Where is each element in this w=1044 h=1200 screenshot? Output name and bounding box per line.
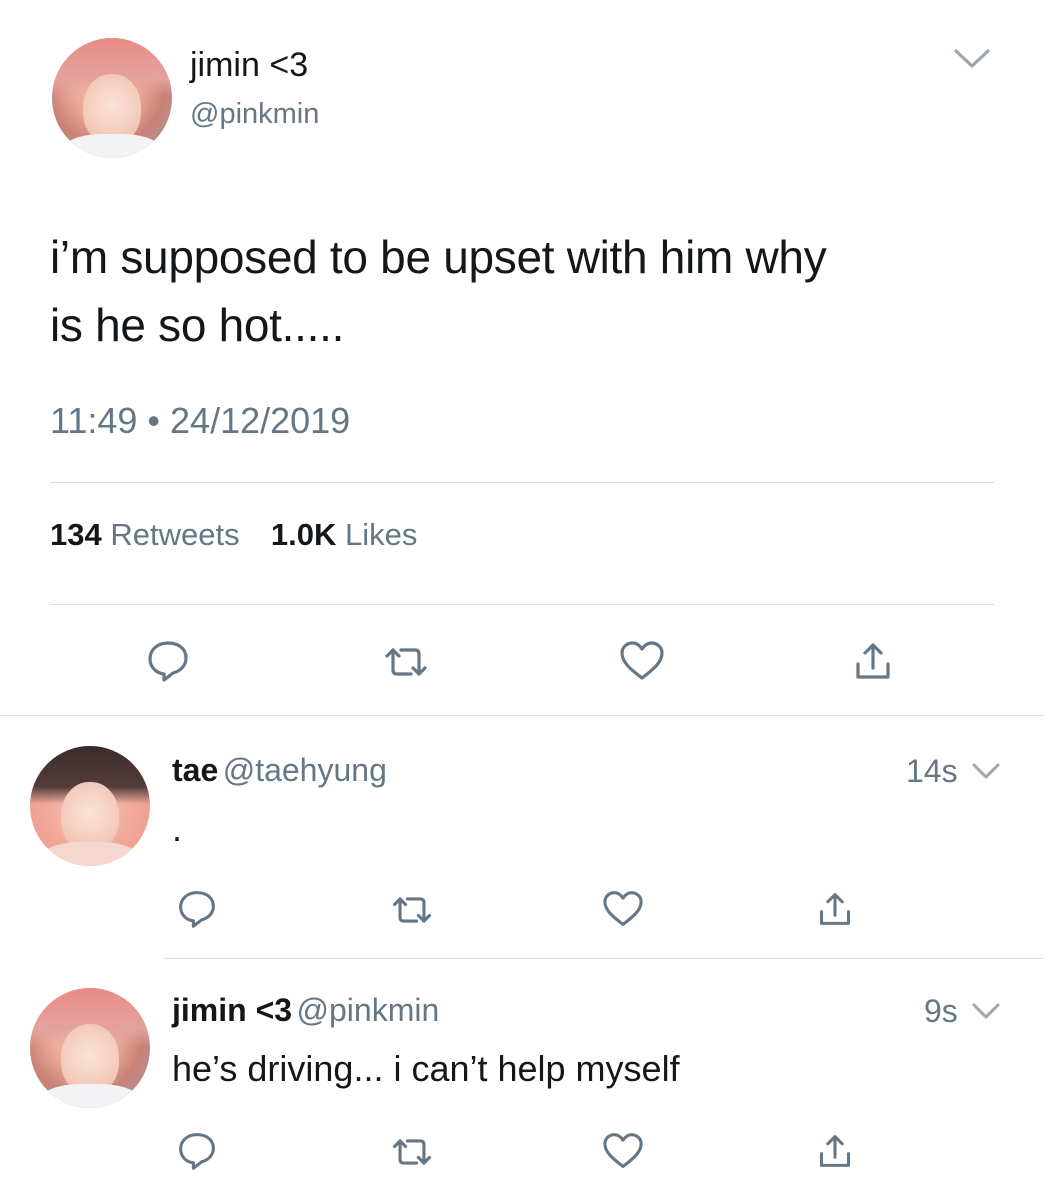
retweets-label: Retweets — [110, 517, 240, 552]
author-name[interactable]: jimin <3 — [190, 46, 308, 85]
reply-icon[interactable] — [172, 1128, 222, 1174]
reply-avatar[interactable] — [30, 746, 150, 866]
author-handle[interactable]: @pinkmin — [190, 98, 319, 131]
reply-time: 9s — [924, 993, 958, 1029]
reply-author-name[interactable]: jimin <3 — [172, 992, 292, 1028]
share-icon[interactable] — [812, 886, 858, 932]
avatar-shirt — [42, 1084, 138, 1108]
divider — [50, 604, 994, 605]
reply-author-name[interactable]: tae — [172, 752, 218, 788]
reply-text: . — [172, 808, 183, 849]
reply-divider — [164, 958, 1044, 959]
reply-avatar[interactable] — [30, 988, 150, 1108]
reply-text: he’s driving... i can’t help myself — [172, 1048, 680, 1089]
like-heart-icon[interactable] — [598, 1128, 648, 1174]
likes-label: Likes — [344, 517, 418, 552]
tweet-text-line-1: i’m supposed to be upset with him why — [50, 231, 827, 283]
like-heart-icon[interactable] — [598, 886, 648, 932]
share-icon[interactable] — [848, 636, 898, 686]
more-options-chevron-icon[interactable] — [948, 42, 996, 76]
avatar-shirt — [42, 842, 138, 866]
like-heart-icon[interactable] — [614, 636, 670, 686]
section-divider — [0, 715, 1044, 716]
avatar-shirt — [64, 134, 160, 158]
likes-count: 1.0K — [270, 517, 337, 552]
reply-more-chevron-icon[interactable] — [968, 756, 1004, 786]
reply-header: jimin <3 @pinkmin — [172, 992, 439, 1029]
divider — [50, 482, 994, 483]
tweet-stats: 134 Retweets 1.0K Likes — [50, 517, 417, 553]
reply-icon[interactable] — [140, 636, 196, 686]
reply-author-handle[interactable]: @pinkmin — [297, 992, 440, 1028]
reply-more-chevron-icon[interactable] — [968, 996, 1004, 1026]
reply-header: tae @taehyung — [172, 752, 387, 789]
retweets-stat[interactable]: 134 Retweets — [50, 517, 248, 552]
tweet-timestamp[interactable]: 11:49 • 24/12/2019 — [50, 400, 350, 442]
retweet-icon[interactable] — [386, 1132, 438, 1172]
likes-stat[interactable]: 1.0K Likes — [271, 517, 417, 552]
share-icon[interactable] — [812, 1128, 858, 1174]
tweet-text-line-2: is he so hot..... — [50, 299, 345, 351]
reply-time: 14s — [906, 753, 958, 789]
retweets-count: 134 — [50, 517, 102, 552]
reply-icon[interactable] — [172, 886, 222, 932]
reply-author-handle[interactable]: @taehyung — [223, 752, 387, 788]
author-avatar[interactable] — [52, 38, 172, 158]
retweet-icon[interactable] — [386, 890, 438, 930]
retweet-icon[interactable] — [378, 640, 434, 684]
